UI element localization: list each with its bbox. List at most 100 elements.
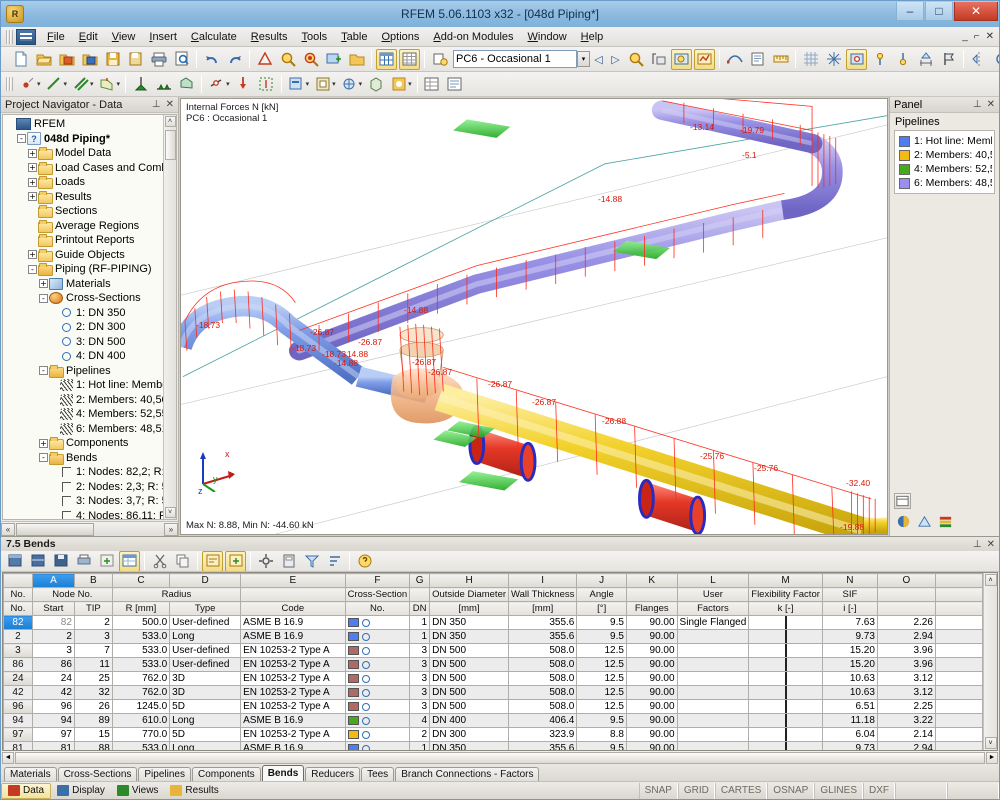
legend-row[interactable]: 4: Members: 52,55,53,5 <box>897 162 992 176</box>
cs-library-icon[interactable] <box>286 74 307 95</box>
panel-chart-icon[interactable] <box>917 514 932 532</box>
cell-radius[interactable]: 770.0 <box>111 727 171 742</box>
cell-code[interactable]: EN 10253-2 Type A <box>240 685 346 700</box>
column-header-I[interactable]: I <box>508 573 578 588</box>
model-viewport[interactable]: Internal Forces N [kN] PC6 : Occasional … <box>180 98 888 535</box>
table-tab-tees[interactable]: Tees <box>361 767 395 781</box>
tree-item[interactable]: Printout Reports <box>5 233 176 248</box>
cell-code[interactable]: EN 10253-2 Type A <box>240 643 346 658</box>
opening-icon[interactable] <box>388 74 409 95</box>
cell-flexibility-factor[interactable]: 10.63 <box>821 671 878 686</box>
cell-cs-no[interactable]: 1 <box>409 741 431 750</box>
cell-radius-type[interactable]: Long <box>169 741 242 750</box>
open-recent-icon[interactable] <box>79 49 100 70</box>
cell-radius[interactable]: 500.0 <box>111 615 171 630</box>
rfem-menu-icon[interactable] <box>16 28 36 45</box>
status-indicator-snap[interactable]: SNAP <box>638 782 678 799</box>
cell-outside-diameter[interactable]: 323.9 <box>508 727 578 742</box>
mdi-minimize-button[interactable]: _ <box>962 31 968 42</box>
cell-radius[interactable]: 533.0 <box>111 657 171 672</box>
cell-radius[interactable]: 610.0 <box>111 713 171 728</box>
menu-item-tools[interactable]: Tools <box>294 29 334 45</box>
menu-item-help[interactable]: Help <box>574 29 611 45</box>
table-calc-icon[interactable] <box>278 551 299 571</box>
table-filter-icon[interactable] <box>119 551 140 571</box>
cell-dn[interactable]: DN 400 <box>429 713 510 728</box>
cell-dn[interactable]: DN 500 <box>429 685 510 700</box>
tree-item[interactable]: - Bends <box>5 451 176 466</box>
navigator-scroll-up-icon[interactable]: ˄ <box>164 116 176 127</box>
user-factors-checkbox[interactable] <box>784 742 787 750</box>
print-preview-icon[interactable] <box>171 49 192 70</box>
cell-angle[interactable]: 90.00 <box>625 671 678 686</box>
row-number[interactable]: 3 <box>3 643 33 658</box>
cell-outside-diameter[interactable]: 508.0 <box>508 657 578 672</box>
support-draw-icon[interactable] <box>130 74 151 95</box>
row-number[interactable]: 42 <box>3 685 33 700</box>
cell-flexibility-factor[interactable]: 6.04 <box>821 727 878 742</box>
show-results-icon[interactable] <box>671 48 692 70</box>
column-header-C[interactable]: C <box>111 573 171 588</box>
cell-angle[interactable]: 90.00 <box>625 657 678 672</box>
column-header-K[interactable]: K <box>625 573 678 588</box>
table-row[interactable]: 96 96 26 1245.0 5D EN 10253-2 Type A 3 DN 500 50… <box>3 699 983 714</box>
table-row[interactable]: 81 81 88 533.0 Long ASME B 16.9 1 DN 350 355.6 9.… <box>3 741 983 750</box>
mirror-icon[interactable] <box>968 49 989 70</box>
cell-cs-no[interactable]: 3 <box>409 671 431 686</box>
result-values-icon[interactable] <box>694 48 715 70</box>
table-row[interactable]: 97 97 15 770.0 5D EN 10253-2 Type A 2 DN 300 323… <box>3 727 983 742</box>
cell-tip-node[interactable]: 11 <box>73 657 113 672</box>
navigator-scroll-right-icon[interactable]: » <box>164 522 178 536</box>
cell-start-node[interactable]: 81 <box>31 741 75 750</box>
render-icon[interactable] <box>254 49 275 70</box>
menu-grip[interactable] <box>6 29 13 44</box>
cell-user-factors[interactable] <box>748 741 823 750</box>
table-row[interactable]: 24 24 25 762.0 3D EN 10253-2 Type A 3 DN 500 508… <box>3 671 983 686</box>
member-release-icon[interactable] <box>206 74 227 95</box>
cell-outside-diameter[interactable]: 508.0 <box>508 671 578 686</box>
menu-item-add-on-modules[interactable]: Add-on Modules <box>426 29 520 45</box>
legend-row[interactable]: 2: Members: 40,50,68,6 <box>897 148 992 162</box>
tree-item[interactable]: - Cross-Sections <box>5 291 176 306</box>
table-print-icon[interactable] <box>73 551 94 571</box>
cell-flexibility-factor[interactable]: 15.20 <box>821 657 878 672</box>
navigator-hscroll-thumb[interactable] <box>16 522 94 536</box>
cell-cs-no[interactable]: 3 <box>409 685 431 700</box>
status-tab-data[interactable]: Data <box>1 782 52 799</box>
tree-item[interactable]: 6: Members: 48,51,63-67 <box>5 422 176 437</box>
member-draw-icon[interactable] <box>70 74 91 95</box>
cell-start-node[interactable]: 2 <box>31 629 75 644</box>
status-indicator-osnap[interactable]: OSNAP <box>767 782 815 799</box>
column-header-E[interactable]: E <box>240 573 346 588</box>
load-case-combo[interactable]: PC6 - Occasional 1 <box>453 50 577 68</box>
save-icon[interactable] <box>102 49 123 70</box>
cell-cs-swatch[interactable] <box>344 741 411 750</box>
cell-wall-thickness[interactable]: 12.5 <box>576 699 627 714</box>
load-case-icon[interactable] <box>429 49 450 70</box>
cell-flexibility-factor[interactable]: 15.20 <box>821 643 878 658</box>
cell-start-node[interactable]: 24 <box>31 671 75 686</box>
bends-table[interactable]: A B C D E F G H I J K L M N O No. Node No. Radius Cross-Se… <box>3 573 983 750</box>
tree-item[interactable]: - 048d Piping* <box>5 132 176 147</box>
tree-item[interactable]: - Pipelines <box>5 364 176 379</box>
cell-cs-swatch[interactable] <box>344 615 411 630</box>
dimension-icon[interactable] <box>915 49 936 70</box>
cell-outside-diameter[interactable]: 508.0 <box>508 699 578 714</box>
results-box-icon[interactable] <box>648 49 669 70</box>
cell-wall-thickness[interactable]: 9.5 <box>576 713 627 728</box>
cell-extra[interactable] <box>934 685 983 700</box>
tree-expander-icon[interactable]: - <box>39 293 48 303</box>
cell-flexibility-factor[interactable]: 10.63 <box>821 685 878 700</box>
cell-dn[interactable]: DN 500 <box>429 657 510 672</box>
table-cut-icon[interactable] <box>149 551 170 571</box>
flag-icon[interactable] <box>938 49 959 70</box>
table-tab-bends[interactable]: Bends <box>261 765 305 781</box>
solid-icon[interactable] <box>365 74 386 95</box>
cell-sif[interactable]: 2.14 <box>876 727 936 742</box>
cell-sif[interactable]: 2.94 <box>876 629 936 644</box>
cell-tip-node[interactable]: 15 <box>73 727 113 742</box>
cell-cs-no[interactable]: 3 <box>409 699 431 714</box>
cell-dn[interactable]: DN 350 <box>429 629 510 644</box>
guideline-icon[interactable] <box>892 49 913 70</box>
column-header-B[interactable]: B <box>73 573 113 588</box>
